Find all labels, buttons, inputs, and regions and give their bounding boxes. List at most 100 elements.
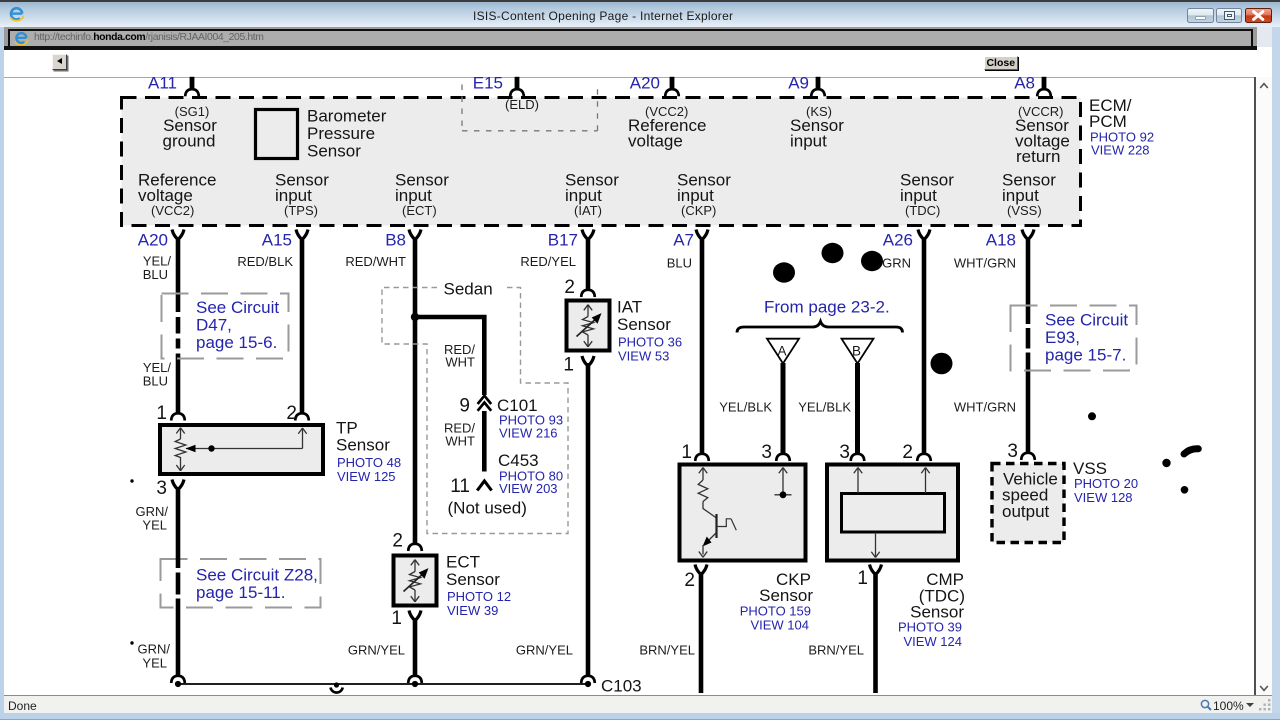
svg-text:YEL/BLK: YEL/BLK	[798, 400, 851, 415]
svg-text:PCM: PCM	[1089, 112, 1127, 131]
svg-text:return: return	[1016, 147, 1060, 166]
svg-text:GRN: GRN	[882, 256, 911, 271]
svg-text:(ECT): (ECT)	[402, 203, 437, 218]
svg-text:PHOTO 39: PHOTO 39	[898, 620, 962, 635]
svg-text:ground: ground	[163, 132, 216, 151]
svg-text:RED/YEL: RED/YEL	[520, 254, 576, 269]
svg-text:E93,: E93,	[1045, 328, 1080, 347]
svg-text:1: 1	[681, 442, 692, 463]
svg-text:Pressure: Pressure	[307, 124, 375, 143]
svg-text:VIEW 216: VIEW 216	[499, 426, 558, 441]
svg-text:Sensor: Sensor	[617, 315, 671, 334]
svg-text:output: output	[1002, 502, 1050, 521]
svg-text:RED/WHT: RED/WHT	[345, 254, 406, 269]
svg-text:WHT: WHT	[445, 434, 475, 449]
svg-text:(VCC2): (VCC2)	[151, 203, 194, 218]
svg-text:B17: B17	[548, 231, 578, 250]
svg-text:1: 1	[563, 355, 574, 376]
svg-text:2: 2	[684, 570, 695, 591]
svg-text:IAT: IAT	[617, 298, 642, 317]
svg-text:Sensor: Sensor	[336, 436, 390, 455]
svg-text:A9: A9	[788, 74, 809, 93]
svg-text:VIEW 53: VIEW 53	[618, 349, 669, 364]
svg-text:Sensor: Sensor	[307, 142, 361, 161]
svg-text:RED/BLK: RED/BLK	[237, 254, 293, 269]
svg-text:From page 23-2.: From page 23-2.	[764, 298, 890, 317]
svg-text:page 15-7.: page 15-7.	[1045, 346, 1126, 365]
svg-text:BLU: BLU	[143, 374, 168, 389]
svg-text:A15: A15	[262, 231, 292, 250]
svg-text:VIEW 104: VIEW 104	[750, 618, 809, 633]
svg-text:2: 2	[564, 277, 575, 298]
svg-text:BRN/YEL: BRN/YEL	[808, 643, 864, 658]
svg-text:PHOTO 36: PHOTO 36	[618, 335, 682, 350]
svg-text:YEL/BLK: YEL/BLK	[719, 400, 772, 415]
svg-text:YEL: YEL	[142, 656, 167, 671]
svg-text:WHT: WHT	[445, 355, 475, 370]
svg-text:Sensor: Sensor	[759, 586, 813, 605]
svg-text:PHOTO 12: PHOTO 12	[447, 589, 511, 604]
svg-text:Barometer: Barometer	[307, 107, 387, 126]
svg-text:page 15-11.: page 15-11.	[196, 583, 285, 602]
svg-text:A: A	[777, 344, 786, 359]
svg-text:(TPS): (TPS)	[284, 203, 318, 218]
svg-text:3: 3	[156, 478, 167, 499]
svg-text:3: 3	[1007, 441, 1018, 462]
svg-text:page 15-6.: page 15-6.	[196, 333, 277, 352]
svg-text:PHOTO 20: PHOTO 20	[1074, 476, 1138, 491]
svg-text:9: 9	[459, 396, 470, 417]
svg-text:(ELD): (ELD)	[505, 97, 539, 112]
svg-text:(Not used): (Not used)	[448, 499, 527, 518]
svg-text:A11: A11	[148, 74, 177, 93]
svg-text:GRN/YEL: GRN/YEL	[516, 643, 573, 658]
svg-text:GRN/: GRN/	[138, 642, 171, 657]
svg-text:Sedan: Sedan	[444, 280, 493, 299]
svg-text:1: 1	[391, 608, 402, 629]
svg-text:A20: A20	[138, 231, 168, 250]
svg-text:(CKP): (CKP)	[681, 203, 716, 218]
svg-text:YEL: YEL	[142, 518, 167, 533]
svg-text:(TDC): (TDC)	[905, 203, 940, 218]
svg-text:GRN/YEL: GRN/YEL	[348, 643, 405, 658]
svg-text:voltage: voltage	[628, 132, 683, 151]
svg-text:B: B	[852, 344, 861, 359]
svg-text:3: 3	[839, 442, 850, 463]
svg-text:BLU: BLU	[143, 267, 168, 282]
svg-text:VIEW 228: VIEW 228	[1091, 143, 1150, 158]
svg-text:BRN/YEL: BRN/YEL	[639, 643, 695, 658]
svg-text:2: 2	[392, 531, 403, 552]
svg-text:(IAT): (IAT)	[574, 203, 602, 218]
svg-text:WHT/GRN: WHT/GRN	[954, 256, 1016, 271]
svg-text:VIEW 128: VIEW 128	[1074, 490, 1133, 505]
svg-text:PHOTO 48: PHOTO 48	[337, 455, 401, 470]
svg-text:A26: A26	[883, 231, 913, 250]
svg-text:VIEW 39: VIEW 39	[447, 603, 498, 618]
svg-text:A18: A18	[986, 231, 1016, 250]
svg-text:input: input	[790, 132, 827, 151]
svg-text:See Circuit Z28,: See Circuit Z28,	[196, 566, 318, 585]
svg-text:VIEW 124: VIEW 124	[903, 634, 962, 649]
svg-text:PHOTO 159: PHOTO 159	[740, 604, 811, 619]
svg-text:See Circuit: See Circuit	[196, 298, 279, 317]
svg-text:3: 3	[761, 442, 772, 463]
svg-text:2: 2	[902, 442, 913, 463]
svg-text:(VSS): (VSS)	[1007, 203, 1042, 218]
svg-text:D47,: D47,	[196, 316, 232, 335]
svg-text:E15: E15	[473, 74, 503, 93]
svg-text:B8: B8	[385, 231, 406, 250]
svg-text:A20: A20	[630, 74, 660, 93]
svg-text:C453: C453	[498, 451, 539, 470]
svg-text:Sensor: Sensor	[446, 570, 500, 589]
svg-text:11: 11	[450, 476, 470, 497]
svg-text:BLU: BLU	[667, 256, 692, 271]
svg-text:ECT: ECT	[446, 553, 480, 572]
svg-text:VIEW 125: VIEW 125	[337, 469, 396, 484]
svg-text:1: 1	[156, 403, 167, 424]
svg-text:A8: A8	[1014, 74, 1035, 93]
svg-text:C103: C103	[601, 677, 642, 696]
svg-text:VIEW 203: VIEW 203	[499, 481, 558, 496]
svg-text:A7: A7	[673, 231, 694, 250]
svg-text:1: 1	[857, 568, 868, 589]
svg-text:WHT/GRN: WHT/GRN	[954, 400, 1016, 415]
svg-text:2: 2	[286, 403, 297, 424]
